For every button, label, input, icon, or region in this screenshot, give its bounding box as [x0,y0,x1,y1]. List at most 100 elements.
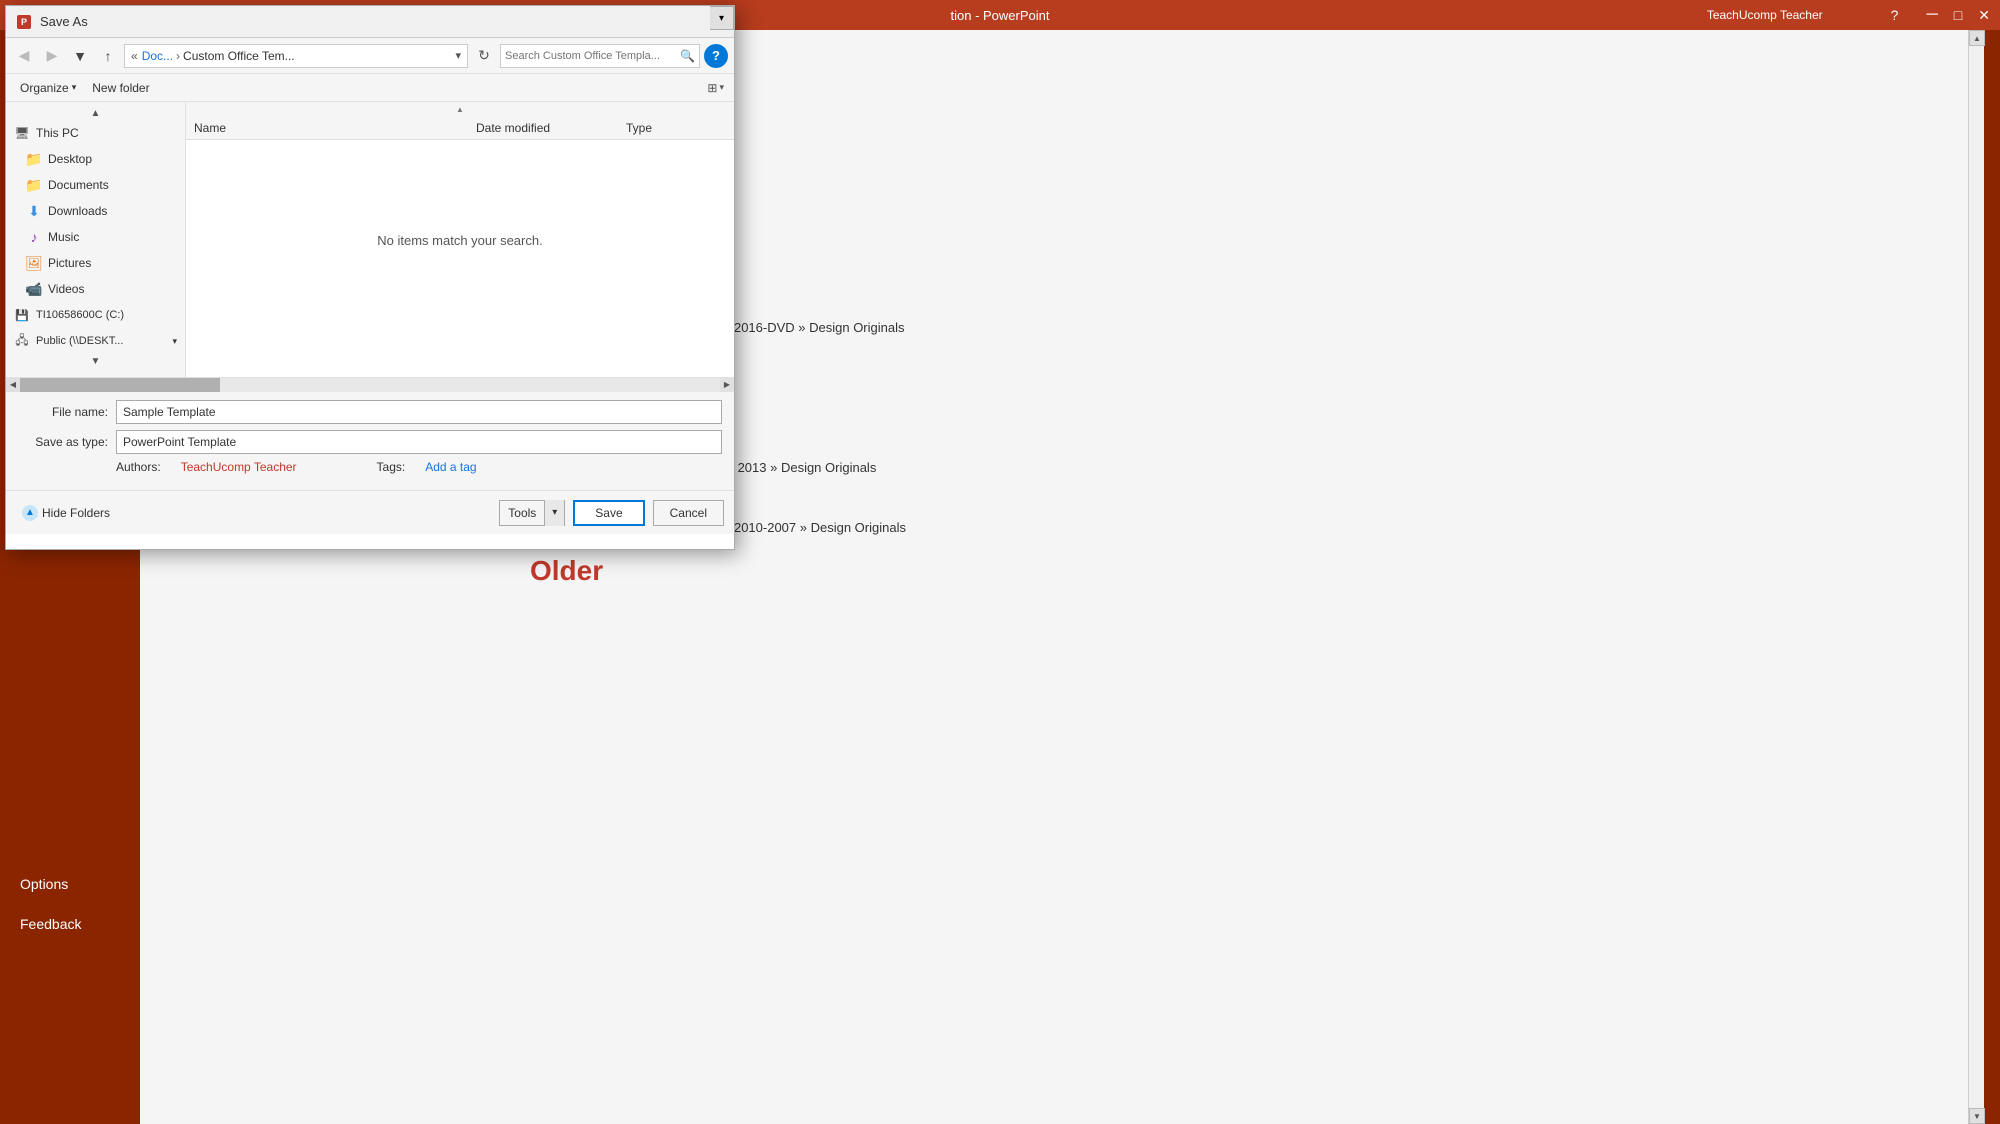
dialog-form: File name: ▾ Save as type: ▾ Authors: Te… [6,391,734,490]
horizontal-scrollbar[interactable]: ◀ ▶ [6,377,734,391]
col-date-header[interactable]: Date modified [476,121,626,135]
nav-item-network[interactable]: 🖧 Public (\\DESKT... ▾ [6,328,185,354]
right-scrollbar[interactable]: ▲ ▼ [1968,30,1984,1124]
col-type-header[interactable]: Type [626,121,726,135]
downloads-folder-icon: ⬇ [26,203,42,219]
dialog-actions: ▲ Hide Folders Tools ▾ Save Cancel [6,490,734,534]
left-nav-panel: ▲ 🖥 This PC 📁 Desktop 📁 Documents ⬇ Down… [6,102,186,377]
ppt-options-area: Options Feedback [0,864,140,944]
dialog-body: ▲ 🖥 This PC 📁 Desktop 📁 Documents ⬇ Down… [6,102,734,377]
maximize-btn[interactable]: □ [1954,7,1962,23]
h-scroll-thumb[interactable] [20,378,220,392]
new-folder-button[interactable]: New folder [88,79,153,97]
view-toggle-button[interactable]: ⊞ ▾ [707,81,724,95]
forward-button[interactable]: ▶ [40,44,64,68]
search-icon: 🔍 [680,49,695,63]
nav-item-documents-label: Documents [48,178,109,192]
nav-item-videos[interactable]: 📹 Videos [6,276,185,302]
h-scroll-left-btn[interactable]: ◀ [6,378,20,392]
ppt-title: tion - PowerPoint [951,8,1050,23]
nav-item-pictures[interactable]: 🖼 Pictures [6,250,185,276]
nav-item-this-pc[interactable]: 🖥 This PC [6,120,185,146]
dialog-nav-toolbar: ◀ ▶ ▼ ↑ « Doc... › Custom Office Tem... … [6,38,734,74]
nav-item-videos-label: Videos [48,282,84,296]
nav-item-this-pc-label: This PC [36,126,79,140]
tools-dropdown-icon: ▾ [544,500,564,526]
breadcrumb-dropdown-btn[interactable]: ▾ [455,49,461,62]
breadcrumb-bar[interactable]: « Doc... › Custom Office Tem... ▾ [124,44,468,68]
cancel-button[interactable]: Cancel [653,500,724,526]
save-as-dialog: P Save As ✕ ◀ ▶ ▼ ↑ « Doc... › Custom Of… [5,5,735,550]
help-icon[interactable]: ? [1891,7,1899,23]
save-type-dropdown-arrow[interactable]: ▾ [710,6,734,30]
hide-folders-label: Hide Folders [42,506,110,520]
save-button[interactable]: Save [573,500,644,526]
back-button[interactable]: ◀ [12,44,36,68]
drive-icon: 💾 [14,307,30,323]
refresh-button[interactable]: ↻ [472,44,496,68]
feedback-item[interactable]: Feedback [0,904,140,944]
nav-item-downloads[interactable]: ⬇ Downloads [6,198,185,224]
file-name-label: File name: [18,405,108,419]
up-button[interactable]: ↑ [96,44,120,68]
pictures-folder-icon: 🖼 [26,255,42,271]
file-name-row: File name: ▾ [18,400,722,424]
tools-label: Tools [500,506,544,520]
network-icon: 🖧 [14,333,30,349]
nav-scroll-up[interactable]: ▲ [6,106,185,120]
col-name-header[interactable]: Name [194,121,476,135]
file-name-input-wrapper: ▾ [116,400,722,424]
nav-item-downloads-label: Downloads [48,204,107,218]
breadcrumb-doc-link[interactable]: Doc... [142,49,173,63]
videos-folder-icon: 📹 [26,281,42,297]
nav-item-drive-label: TI10658600C (C:) [36,309,124,321]
file-list-scroll-up[interactable]: ▲ [186,102,734,116]
organize-button[interactable]: Organize ▾ [16,79,80,97]
tags-label: Tags: [377,460,406,474]
scroll-down-btn[interactable]: ▼ [1969,1108,1985,1124]
dialog-app-icon: P [16,14,32,30]
organize-arrow-icon: ▾ [72,82,77,93]
minimize-btn[interactable]: ─ [1926,6,1937,24]
tools-button[interactable]: Tools ▾ [499,500,565,526]
nav-item-music[interactable]: ♪ Music [6,224,185,250]
hide-folders-button[interactable]: ▲ Hide Folders [16,501,116,525]
save-type-input-wrapper: ▾ [116,430,722,454]
search-bar[interactable]: 🔍 [500,44,700,68]
options-item[interactable]: Options [0,864,140,904]
dialog-title: Save As [40,14,704,29]
breadcrumb-sep: › [176,49,180,63]
breadcrumb-current: Custom Office Tem... [183,49,295,63]
breadcrumb-part1: « [131,49,138,63]
search-input[interactable] [505,50,680,62]
file-list-header: Name Date modified Type [186,116,734,140]
nav-item-desktop[interactable]: 📁 Desktop [6,146,185,172]
add-tag-link[interactable]: Add a tag [425,460,476,474]
h-scroll-right-btn[interactable]: ▶ [720,378,734,392]
nav-item-documents[interactable]: 📁 Documents [6,172,185,198]
teacher-name: TeachUcomp Teacher [1707,8,1823,22]
organize-label: Organize [20,81,69,95]
file-list-empty-message: No items match your search. [186,140,734,340]
nav-scroll-down[interactable]: ▼ [6,354,185,368]
save-type-row: Save as type: ▾ [18,430,722,454]
save-type-input[interactable] [116,430,722,454]
nav-item-desktop-label: Desktop [48,152,92,166]
scroll-up-btn[interactable]: ▲ [1969,30,1985,46]
view-dropdown-icon: ▾ [719,82,724,93]
close-btn[interactable]: ✕ [1978,7,1990,24]
recent-button[interactable]: ▼ [68,44,92,68]
pc-icon: 🖥 [14,125,30,141]
nav-item-drive[interactable]: 💾 TI10658600C (C:) [6,302,185,328]
hide-folders-icon: ▲ [22,505,38,521]
nav-item-expand-icon: ▾ [172,336,177,347]
file-name-input[interactable] [116,400,722,424]
authors-value[interactable]: TeachUcomp Teacher [181,460,297,474]
h-scroll-track[interactable] [20,378,720,392]
help-button[interactable]: ? [704,44,728,68]
desktop-folder-icon: 📁 [26,151,42,167]
ppt-logo: P [17,15,31,29]
dialog-titlebar: P Save As ✕ [6,6,734,38]
meta-row: Authors: TeachUcomp Teacher Tags: Add a … [18,460,722,474]
nav-item-pictures-label: Pictures [48,256,91,270]
